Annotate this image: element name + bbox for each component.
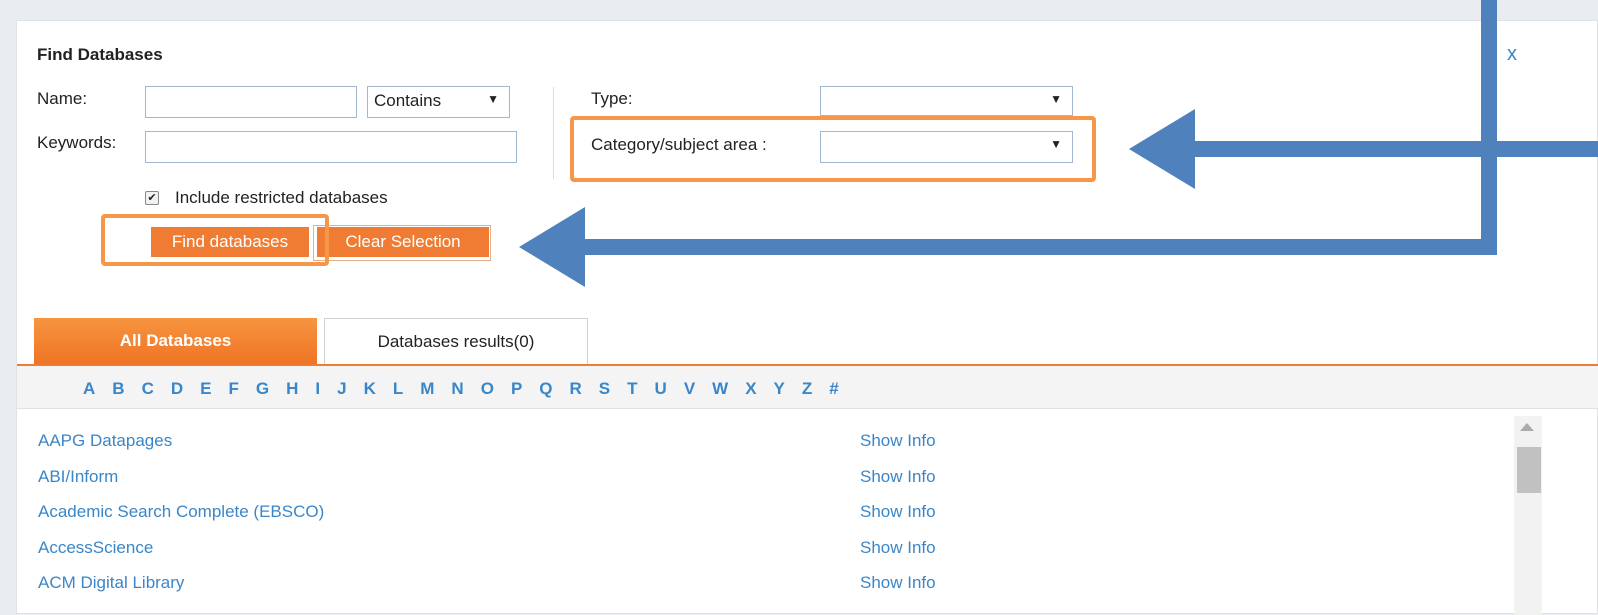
- show-info-link[interactable]: Show Info: [860, 467, 936, 487]
- letter-filter-link[interactable]: G: [256, 379, 269, 399]
- database-name-link[interactable]: Academic Search Complete (EBSCO): [38, 502, 324, 522]
- scroll-up-icon[interactable]: [1520, 423, 1534, 431]
- category-highlight-box: [570, 116, 1096, 182]
- letter-filter-link[interactable]: B: [112, 379, 124, 399]
- form-divider: [553, 87, 554, 179]
- left-arrowhead-icon: [519, 207, 585, 287]
- tab-databases-results[interactable]: Databases results(0): [324, 318, 588, 364]
- letter-filter-link[interactable]: Q: [539, 379, 552, 399]
- letter-filter-link[interactable]: T: [627, 379, 637, 399]
- database-name-link[interactable]: AccessScience: [38, 538, 153, 558]
- chevron-down-icon: ▼: [487, 92, 499, 106]
- left-arrowhead-icon: [1129, 109, 1195, 189]
- database-name-link[interactable]: ACM Digital Library: [38, 573, 184, 593]
- letter-filter-link[interactable]: D: [171, 379, 183, 399]
- show-info-link[interactable]: Show Info: [860, 538, 936, 558]
- find-databases-dialog: Find Databases x Name: Contains ▼ Keywor…: [16, 20, 1598, 615]
- letter-filter-link[interactable]: E: [200, 379, 211, 399]
- show-info-link[interactable]: Show Info: [860, 502, 936, 522]
- alphabet-filter: A B C D E F G H I J K L M N O P Q R S T U V W X Y Z #: [83, 379, 856, 399]
- letter-filter-link[interactable]: V: [684, 379, 695, 399]
- letter-filter-link[interactable]: R: [570, 379, 582, 399]
- letter-filter-link[interactable]: Y: [774, 379, 785, 399]
- type-select[interactable]: ▼: [820, 86, 1073, 116]
- letter-filter-link[interactable]: O: [481, 379, 494, 399]
- letter-filter-link[interactable]: W: [712, 379, 728, 399]
- find-button-highlight-box: [101, 214, 329, 266]
- check-icon: ✔: [147, 192, 157, 204]
- letter-filter-link[interactable]: C: [142, 379, 154, 399]
- dialog-title: Find Databases: [37, 45, 163, 64]
- letter-filter-link[interactable]: L: [393, 379, 403, 399]
- name-input[interactable]: [145, 86, 357, 118]
- letter-filter-link[interactable]: K: [364, 379, 376, 399]
- letter-filter-link[interactable]: X: [745, 379, 756, 399]
- restricted-checkbox[interactable]: ✔: [145, 191, 159, 205]
- letter-filter-link[interactable]: J: [337, 379, 346, 399]
- match-type-value: Contains: [374, 91, 442, 110]
- tab-all-databases[interactable]: All Databases: [34, 318, 317, 364]
- show-info-link[interactable]: Show Info: [860, 573, 936, 593]
- type-label: Type:: [591, 89, 633, 108]
- keywords-input[interactable]: [145, 131, 517, 163]
- letter-filter-link[interactable]: #: [829, 379, 838, 399]
- letter-filter-link[interactable]: A: [83, 379, 95, 399]
- annotation-arrow-right-shaft: [1190, 141, 1598, 157]
- letter-filter-link[interactable]: H: [286, 379, 298, 399]
- annotation-arrow-horizontal: [582, 239, 1497, 255]
- chevron-down-icon: ▼: [1050, 92, 1062, 106]
- clear-selection-button[interactable]: Clear Selection: [317, 227, 489, 257]
- letter-filter-link[interactable]: U: [655, 379, 667, 399]
- scrollbar-thumb[interactable]: [1517, 447, 1541, 493]
- letter-filter-link[interactable]: Z: [802, 379, 812, 399]
- database-name-link[interactable]: AAPG Datapages: [38, 431, 172, 451]
- scrollbar[interactable]: [1514, 416, 1542, 615]
- letter-filter-link[interactable]: P: [511, 379, 522, 399]
- keywords-label: Keywords:: [37, 133, 117, 152]
- letter-filter-link[interactable]: M: [420, 379, 434, 399]
- match-type-select[interactable]: Contains ▼: [367, 86, 510, 118]
- name-label: Name:: [37, 89, 88, 108]
- database-name-link[interactable]: ABI/Inform: [38, 467, 118, 487]
- letter-filter-link[interactable]: N: [451, 379, 463, 399]
- annotation-arrow-vertical: [1481, 0, 1497, 255]
- letter-filter-link[interactable]: F: [228, 379, 238, 399]
- restricted-label: Include restricted databases: [175, 188, 388, 207]
- letter-filter-link[interactable]: I: [315, 379, 320, 399]
- letter-filter-link[interactable]: S: [599, 379, 610, 399]
- show-info-link[interactable]: Show Info: [860, 431, 936, 451]
- close-icon[interactable]: x: [1507, 43, 1517, 66]
